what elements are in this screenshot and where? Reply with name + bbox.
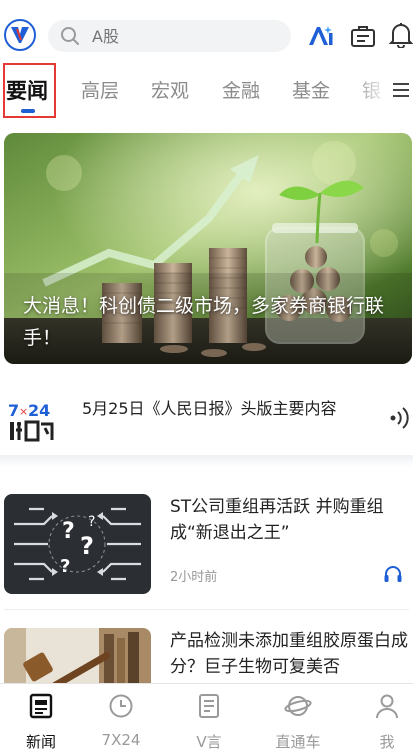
tabs-fade: [350, 62, 390, 120]
headphones-icon[interactable]: [383, 564, 403, 584]
search-bar[interactable]: [48, 20, 291, 52]
news-icon: [29, 693, 53, 719]
nav-vyan[interactable]: V言: [168, 684, 250, 751]
nav-zhitongche[interactable]: 直通车: [257, 684, 339, 751]
planet-icon: [284, 696, 312, 716]
tab-jijin[interactable]: 基金: [292, 76, 330, 103]
news-time: 2小时前: [170, 570, 218, 585]
active-tab-indicator: [21, 109, 35, 113]
svg-text:?: ?: [62, 519, 75, 544]
app-logo-icon[interactable]: [4, 19, 36, 51]
nav-7x24-label: 7X24: [101, 731, 141, 749]
section-separator: [0, 455, 413, 467]
tab-jinrong[interactable]: 金融: [222, 76, 260, 103]
news-item[interactable]: ? ? ? ? ST公司重组再活跃 并购重组成“新退出之王” 2小时前: [0, 494, 413, 610]
flash-news-text[interactable]: 5月25日《人民日报》头版主要内容: [82, 398, 362, 420]
clock-icon: [109, 694, 133, 718]
nav-7x24[interactable]: 7X24: [80, 684, 162, 751]
audio-wave-icon[interactable]: [390, 406, 412, 430]
search-input[interactable]: [90, 25, 274, 47]
news-title[interactable]: ST公司重组再活跃 并购重组成“新退出之王”: [170, 494, 408, 546]
tab-yaowen[interactable]: 要闻: [6, 75, 48, 105]
tab-hongguan[interactable]: 宏观: [151, 76, 189, 103]
nav-me[interactable]: 我: [346, 684, 413, 751]
search-icon: [61, 27, 79, 45]
svg-text:24: 24: [28, 401, 50, 420]
news-thumbnail: ? ? ? ?: [4, 494, 151, 594]
bell-icon[interactable]: [389, 22, 413, 48]
ai-assistant-icon[interactable]: [307, 24, 335, 48]
nav-me-label: 我: [379, 733, 395, 751]
svg-text:×: ×: [19, 405, 28, 418]
document-icon: [199, 694, 219, 718]
svg-text:?: ?: [80, 532, 94, 560]
hero-title[interactable]: 大消息！科创债二级市场，多家券商银行联手！: [23, 290, 388, 354]
person-icon: [376, 694, 398, 719]
nav-news-label: 新闻: [25, 733, 56, 751]
nav-zhitongche-label: 直通车: [275, 733, 321, 751]
nav-news[interactable]: 新闻: [0, 684, 82, 751]
top-bar: [0, 0, 413, 70]
briefcase-icon[interactable]: [350, 23, 376, 49]
svg-text:7: 7: [8, 401, 19, 420]
tab-gaoceng[interactable]: 高层: [81, 76, 119, 103]
news-title[interactable]: 产品检测未添加重组胶原蛋白成分？巨子生物可复美否: [170, 628, 408, 680]
svg-text:?: ?: [60, 556, 70, 577]
nav-vyan-label: V言: [196, 733, 222, 751]
7x24-logo-icon: 7 × 24: [8, 401, 54, 442]
hero-banner[interactable]: 大消息！科创债二级市场，多家券商银行联手！: [4, 133, 412, 364]
divider: [4, 609, 409, 610]
channel-tabs: 要闻 高层 宏观 金融 基金 银: [0, 62, 413, 120]
flash-news-row[interactable]: 7 × 24 5月25日《人民日报》头版主要内容: [0, 380, 413, 462]
menu-icon[interactable]: [392, 82, 410, 98]
bottom-navigation: 新闻 7X24 V言 直通车 我: [0, 683, 413, 751]
